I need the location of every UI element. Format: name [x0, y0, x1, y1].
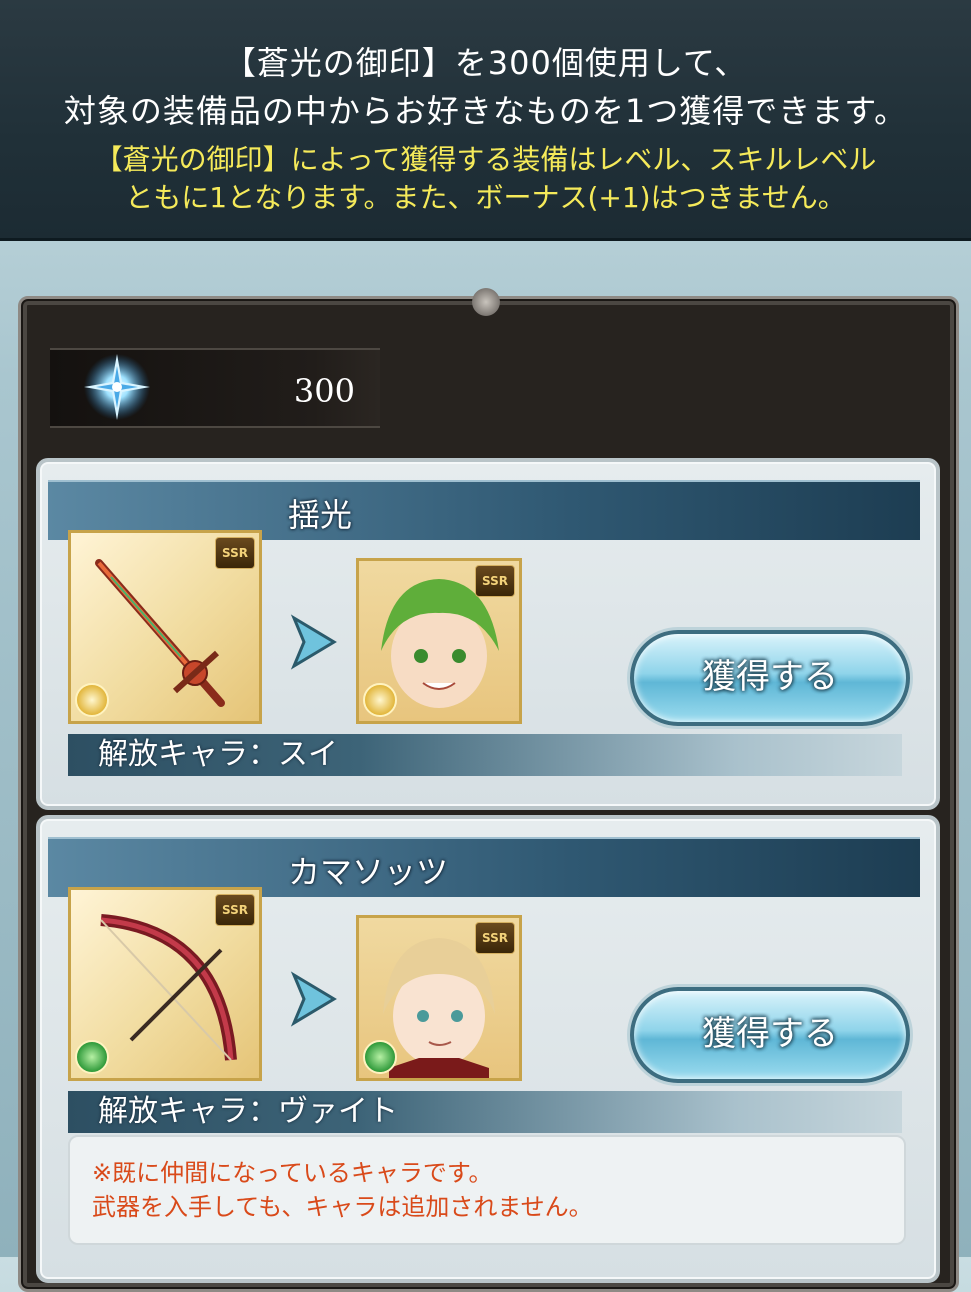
arrow-right-icon	[290, 971, 337, 1027]
arrow-right-icon	[290, 614, 337, 670]
obtain-button[interactable]: 獲得する	[630, 630, 910, 726]
currency-count: 300	[293, 372, 355, 410]
obtain-button[interactable]: 獲得する	[630, 987, 910, 1083]
header-warning-line-2: ともに1となります。また、ボーナス(+1)はつきません。	[125, 181, 846, 214]
release-character-bar: 解放キャラ：スイ	[68, 734, 902, 776]
blue-star-seal-icon	[84, 354, 150, 420]
rarity-badge: SSR	[215, 894, 255, 926]
release-character-label: 解放キャラ：ヴァイト	[98, 1094, 398, 1129]
item-card-1: 揺光 SSR SSR 獲得する 解放キャラ：スイ	[36, 458, 940, 810]
weapon-thumbnail[interactable]: SSR	[68, 887, 262, 1081]
already-owned-notice: ※既に仲間になっているキャラです。 武器を入手しても、キャラは追加されません。	[68, 1135, 906, 1245]
character-thumbnail[interactable]: SSR	[356, 915, 522, 1081]
wind-element-icon	[363, 1040, 397, 1074]
rarity-badge: SSR	[215, 537, 255, 569]
character-thumbnail[interactable]: SSR	[356, 558, 522, 724]
header-line-2: 対象の装備品の中からお好きなものを1つ獲得できます。	[63, 92, 908, 130]
wind-element-icon	[75, 1040, 109, 1074]
item-name: カマソッツ	[288, 853, 449, 891]
frame-ornament	[468, 288, 504, 316]
rarity-badge: SSR	[475, 922, 515, 954]
header-line-1: 【蒼光の御印】を300個使用して、	[223, 44, 748, 82]
light-element-icon	[75, 683, 109, 717]
notice-line-1: ※既に仲間になっているキャラです。	[92, 1159, 493, 1187]
header-warning-line-1: 【蒼光の御印】によって獲得する装備はレベル、スキルレベル	[94, 143, 877, 176]
light-element-icon	[363, 683, 397, 717]
release-character-bar: 解放キャラ：ヴァイト	[68, 1091, 902, 1133]
notice-line-2: 武器を入手しても、キャラは追加されません。	[92, 1193, 593, 1221]
item-card-2: カマソッツ SSR SSR 獲得する 解放キャラ：ヴァイト ※既に仲間になってい…	[36, 815, 940, 1283]
item-name: 揺光	[288, 496, 353, 534]
weapon-thumbnail[interactable]: SSR	[68, 530, 262, 724]
rarity-badge: SSR	[475, 565, 515, 597]
info-header: 【蒼光の御印】を300個使用して、 対象の装備品の中からお好きなものを1つ獲得で…	[0, 0, 971, 241]
release-character-label: 解放キャラ：スイ	[98, 737, 338, 772]
